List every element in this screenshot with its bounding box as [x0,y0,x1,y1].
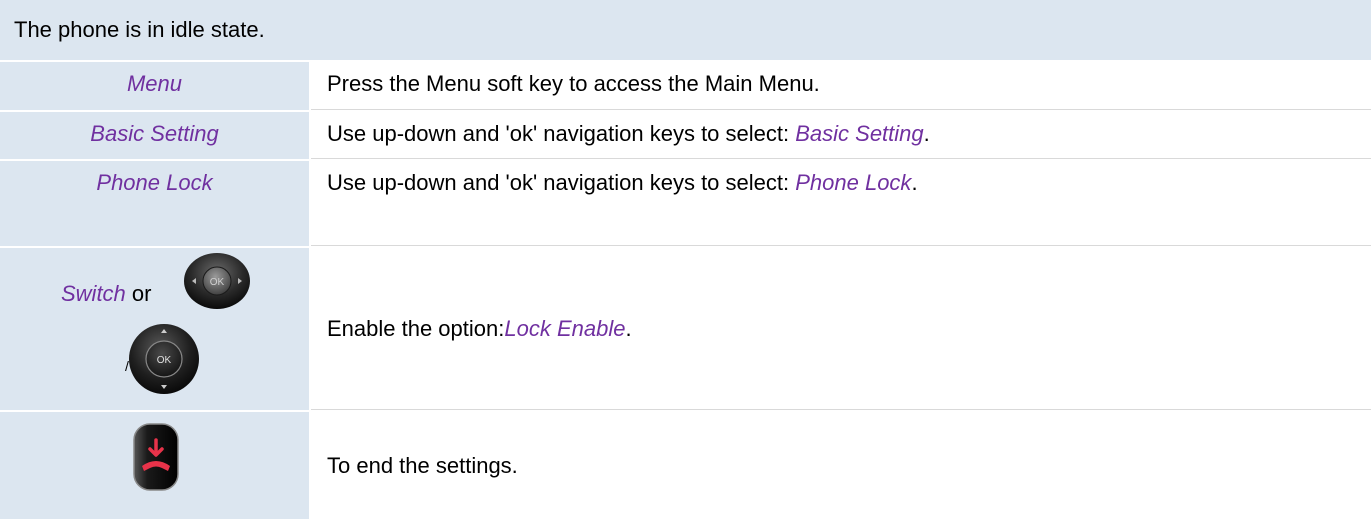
description-cell: Use up-down and 'ok' navigation keys to … [311,112,1371,159]
step-label-phone-lock: Phone Lock [96,170,213,195]
step-label-switch: Switch or [61,281,151,307]
step-label-basic-setting: Basic Setting [90,121,219,146]
switch-soft-key-label: Switch [61,281,126,306]
table-row-menu: Menu Press the Menu soft key to access t… [0,62,1371,112]
instruction-table: The phone is in idle state. Menu Press t… [0,0,1371,519]
description-text: Use up-down and 'ok' navigation keys to … [327,121,796,146]
ok-label: OK [157,355,172,366]
description-punct: . [923,121,930,146]
description-text: Enable the option: [327,315,505,341]
table-header: The phone is in idle state. [0,0,1371,62]
menu-option-phone-lock: Phone Lock [795,170,912,195]
table-row-phone-lock: Phone Lock Use up-down and 'ok' navigati… [0,161,1371,248]
description-end: To end the settings. [311,412,1371,519]
description-cell: To end the settings. [311,412,1371,519]
description-lock-enable: Enable the option: Lock Enable. [311,248,1371,409]
description-punct: . [911,170,918,195]
step-cell: Phone Lock [0,161,311,246]
step-cell [0,412,311,519]
or-label: or [131,281,152,306]
description-menu: Press the Menu soft key to access the Ma… [327,71,820,96]
description-cell: Enable the option: Lock Enable. [311,248,1371,410]
table-row-end: To end the settings. [0,412,1371,519]
nav-left-right-ok-key-icon: OK [184,253,250,309]
menu-option-basic-setting: Basic Setting [795,121,924,146]
end-call-key-icon [133,423,179,491]
table-row-basic-setting: Basic Setting Use up-down and 'ok' navig… [0,112,1371,161]
step-cell: Menu [0,62,311,110]
menu-option-lock-enable: Lock Enable [504,315,626,341]
table-row-switch: Switch or OK / OK Enable the option: Loc… [0,248,1371,412]
header-text: The phone is in idle state. [14,17,265,42]
step-cell: Basic Setting [0,112,311,159]
description-text: To end the settings. [327,452,518,478]
description-basic-setting: Use up-down and 'ok' navigation keys to … [327,121,930,147]
nav-up-down-ok-key-icon: OK [129,324,199,394]
description-cell: Use up-down and 'ok' navigation keys to … [311,161,1371,246]
description-cell: Press the Menu soft key to access the Ma… [311,62,1371,110]
description-phone-lock: Use up-down and 'ok' navigation keys to … [327,170,918,196]
step-label-menu: Menu [126,71,183,96]
description-punct: . [625,315,632,341]
ok-label: OK [210,277,225,288]
step-cell: Switch or OK / OK [0,248,311,410]
description-text: Use up-down and 'ok' navigation keys to … [327,170,796,195]
